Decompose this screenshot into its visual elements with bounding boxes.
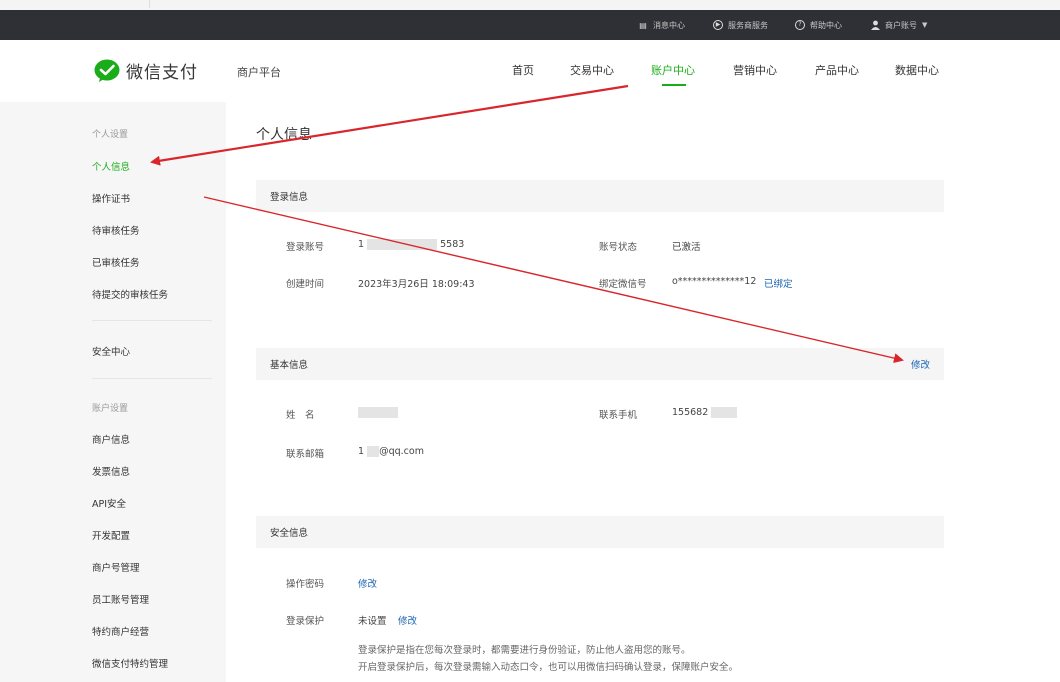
login-account-prefix: 1 — [358, 239, 365, 250]
sidebar-group-personal-settings: 个人设置 — [92, 130, 129, 140]
help-center-label: 帮助中心 — [810, 20, 842, 30]
service-label: 服务商服务 — [728, 20, 768, 30]
change-login-protection-link[interactable]: 修改 — [398, 613, 417, 627]
message-icon: ▤ — [639, 20, 647, 30]
sidebar-item-unsubmitted-tasks[interactable]: 待提交的审核任务 — [92, 287, 168, 301]
login-protection-label: 登录保护 — [286, 616, 325, 627]
redacted-mask — [358, 407, 398, 418]
platform-subtitle: 商户平台 — [237, 66, 281, 79]
sidebar-item-merchant-info[interactable]: 商户信息 — [92, 432, 130, 446]
section-title: 基本信息 — [270, 360, 309, 371]
section-title: 登录信息 — [270, 192, 309, 203]
sidebar-item-special-management[interactable]: 微信支付特约管理 — [92, 656, 168, 670]
nav-transaction-center[interactable]: 交易中心 — [570, 62, 614, 78]
nav-home[interactable]: 首页 — [512, 62, 534, 78]
sidebar-item-invoice-info[interactable]: 发票信息 — [92, 464, 130, 478]
wechat-pay-logo[interactable]: 微信支付 — [94, 58, 198, 83]
section-title: 安全信息 — [270, 528, 309, 539]
sidebar-item-api-security[interactable]: API安全 — [92, 496, 126, 510]
sidebar-item-dev-config[interactable]: 开发配置 — [92, 528, 130, 542]
help-icon: ? — [795, 20, 805, 30]
change-password-link[interactable]: 修改 — [358, 576, 377, 590]
name-value — [358, 407, 398, 418]
bound-wechat-label: 绑定微信号 — [599, 279, 647, 290]
browser-tab-strip — [0, 0, 1060, 10]
sidebar-item-staff-account-management[interactable]: 员工账号管理 — [92, 592, 149, 606]
account-status-label: 账号状态 — [599, 242, 638, 253]
operation-password-label: 操作密码 — [286, 579, 325, 590]
nav-account-center[interactable]: 账户中心 — [651, 62, 695, 78]
sidebar-item-operation-certificate[interactable]: 操作证书 — [92, 191, 130, 205]
contact-email-suffix: @qq.com — [379, 446, 424, 457]
redacted-mask — [367, 239, 438, 250]
sidebar-item-special-merchant[interactable]: 特约商户经营 — [92, 624, 149, 638]
message-center-link[interactable]: ▤ 消息中心 — [638, 10, 685, 40]
browser-tab[interactable] — [0, 0, 150, 8]
sidebar-item-personal-info[interactable]: 个人信息 — [92, 159, 130, 173]
basic-info-section-header: 基本信息 修改 — [256, 348, 944, 380]
main-header: 微信支付 商户平台 首页 交易中心 账户中心 营销中心 产品中心 数据中心 — [0, 40, 1060, 102]
help-center-link[interactable]: ? 帮助中心 — [795, 10, 842, 40]
sidebar-item-pending-review[interactable]: 待审核任务 — [92, 223, 140, 237]
nav-data-center[interactable]: 数据中心 — [895, 62, 939, 78]
service-icon: ▶ — [713, 20, 723, 30]
name-label: 姓 名 — [286, 410, 315, 421]
service-link[interactable]: ▶ 服务商服务 — [713, 10, 768, 40]
edit-basic-info-link[interactable]: 修改 — [911, 357, 930, 371]
user-icon — [870, 20, 880, 30]
contact-email-label: 联系邮箱 — [286, 449, 325, 460]
sidebar-divider — [92, 378, 212, 379]
contact-phone-label: 联系手机 — [599, 410, 638, 421]
contact-email-prefix: 1 — [358, 446, 365, 457]
chevron-down-icon: ▼ — [922, 21, 928, 29]
created-time-label: 创建时间 — [286, 279, 325, 290]
wechat-pay-logo-icon — [94, 59, 120, 83]
login-protection-value: 未设置 — [358, 616, 387, 627]
account-status-value: 已激活 — [672, 242, 701, 253]
nav-marketing-center[interactable]: 营销中心 — [733, 62, 777, 78]
brand-name: 微信支付 — [126, 63, 198, 83]
security-info-section-header: 安全信息 — [256, 516, 944, 548]
sidebar-group-account-settings: 账户设置 — [92, 404, 129, 414]
top-utility-bar: ▤ 消息中心 ▶ 服务商服务 ? 帮助中心 商户账号 ▼ — [0, 10, 1060, 40]
sidebar-divider — [92, 320, 212, 321]
login-protection-description: 登录保护是指在您每次登录时，都需要进行身份验证，防止他人盗用您的账号。 — [358, 645, 691, 656]
login-protection-description: 开启登录保护后，每次登录需输入动态口令，也可以用微信扫码确认登录，保障账户安全。 — [358, 662, 739, 673]
message-center-label: 消息中心 — [653, 20, 685, 30]
contact-phone-prefix: 155682 — [672, 407, 709, 418]
bound-wechat-link[interactable]: 已绑定 — [764, 276, 793, 290]
redacted-mask — [367, 446, 380, 457]
nav-product-center[interactable]: 产品中心 — [815, 62, 859, 78]
page-title: 个人信息 — [256, 127, 312, 143]
login-account-value: 1 5583 — [358, 239, 464, 250]
created-time-value: 2023年3月26日 18:09:43 — [358, 279, 475, 290]
contact-phone-value: 155682 — [672, 407, 738, 418]
sidebar-item-reviewed-tasks[interactable]: 已审核任务 — [92, 255, 140, 269]
user-menu[interactable]: 商户账号 ▼ — [870, 10, 927, 40]
sidebar-item-merchant-id-management[interactable]: 商户号管理 — [92, 560, 140, 574]
login-account-label: 登录账号 — [286, 242, 325, 253]
active-nav-underline — [662, 84, 686, 86]
login-account-suffix: 5583 — [440, 239, 465, 250]
bound-wechat-value: o**************12 — [672, 276, 757, 287]
redacted-mask — [711, 407, 738, 418]
user-account-label: 商户账号 — [885, 20, 917, 30]
contact-email-value: 1 @qq.com — [358, 446, 424, 457]
sidebar-item-security-center[interactable]: 安全中心 — [92, 344, 130, 358]
login-info-section-header: 登录信息 — [256, 180, 944, 212]
